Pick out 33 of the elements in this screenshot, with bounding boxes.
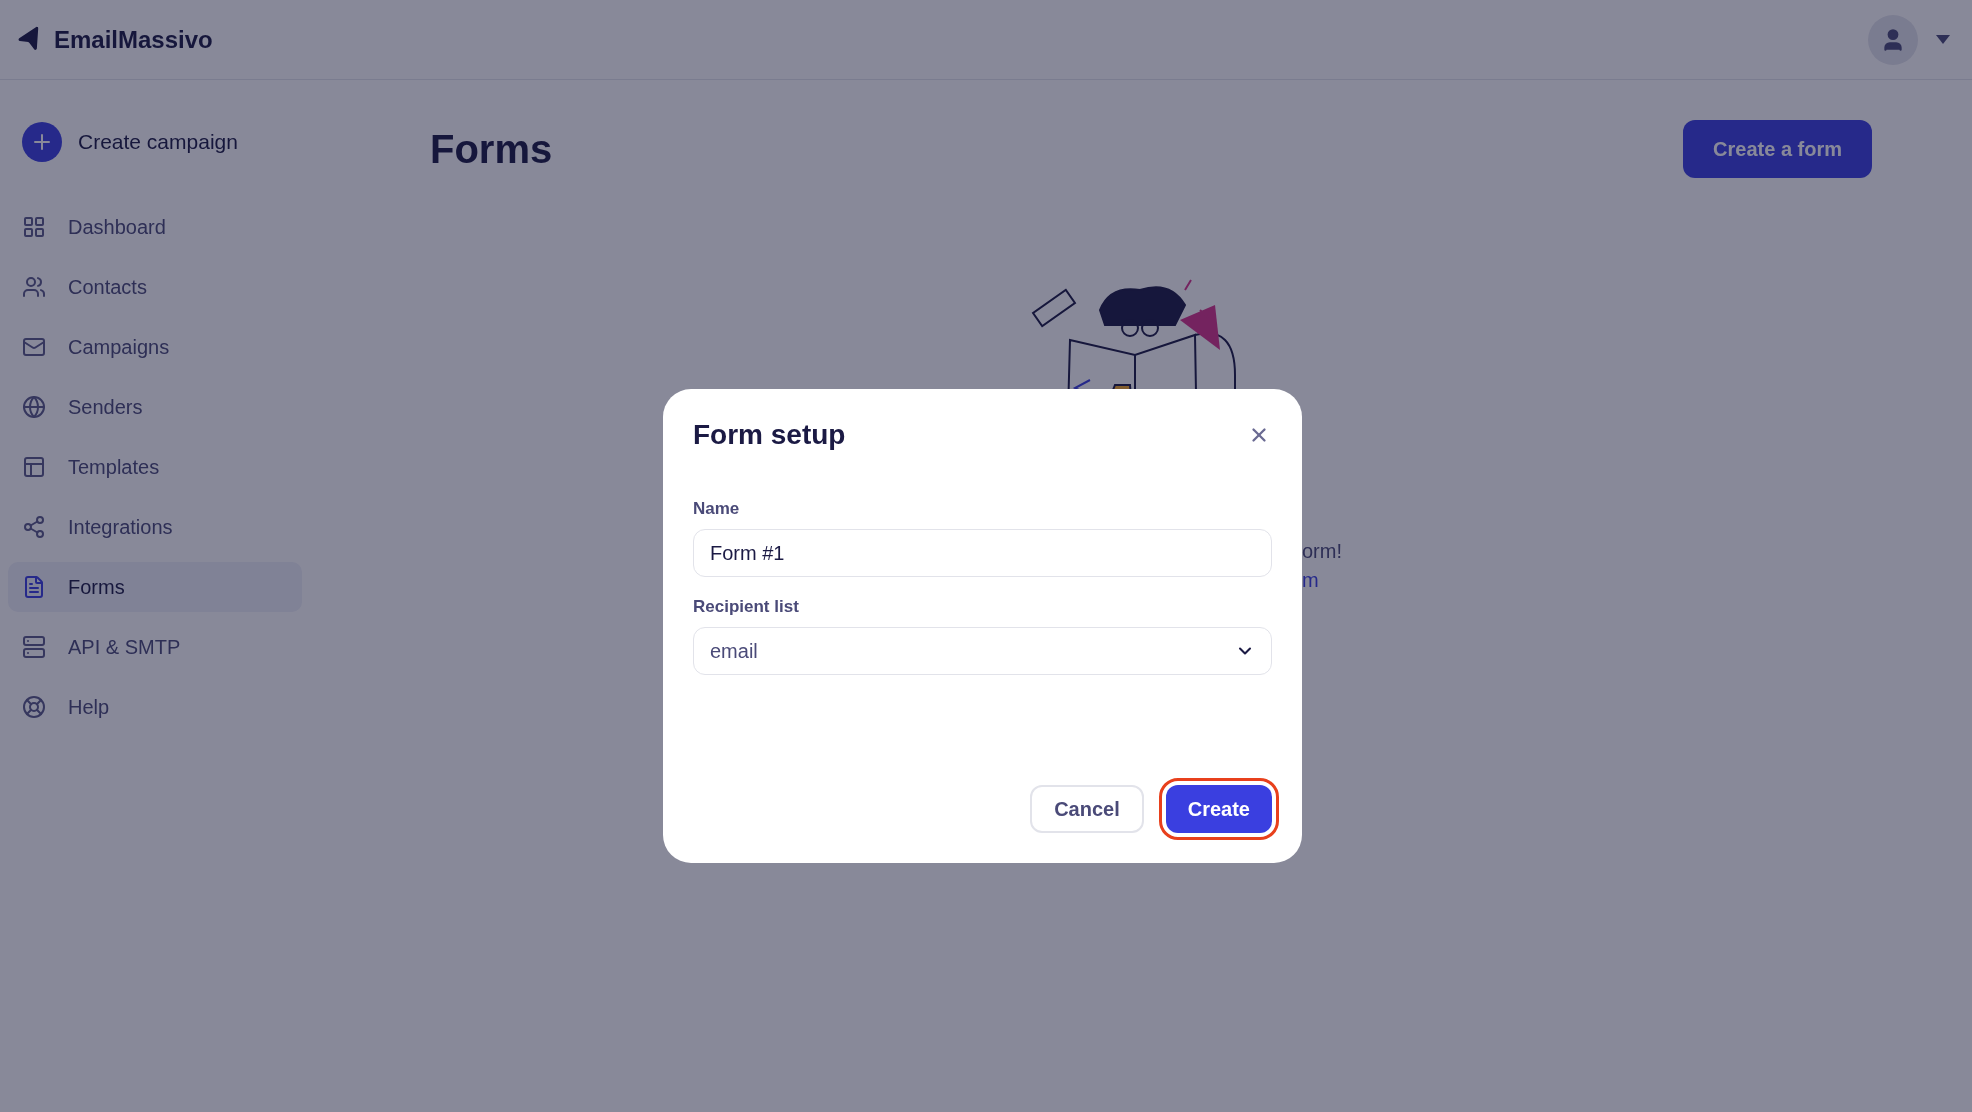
sidebar-item[interactable]: Senders — [8, 382, 302, 432]
secondary-button[interactable]: Cancel — [1030, 785, 1144, 833]
nav-icon — [22, 215, 46, 239]
nav-icon — [22, 275, 46, 299]
page-title: Forms — [430, 126, 553, 172]
sidebar-item[interactable]: Templates — [8, 442, 302, 492]
sidebar-item[interactable]: API & SMTP — [8, 622, 302, 672]
sidebar-item[interactable]: Dashboard — [8, 202, 302, 252]
sidebar-item[interactable]: Integrations — [8, 502, 302, 552]
plus-icon — [22, 122, 62, 162]
input-field[interactable]: Form #1 — [693, 529, 1272, 577]
sidebar-item[interactable]: Forms — [8, 562, 302, 612]
nav-icon — [22, 575, 46, 599]
nav-icon — [22, 515, 46, 539]
nav-icon — [22, 695, 46, 719]
nav-icon — [22, 335, 46, 359]
caret-icon[interactable] — [1936, 34, 1950, 45]
sidebar-item[interactable]: Contacts — [8, 262, 302, 312]
select-field[interactable]: email — [693, 627, 1272, 675]
sidebar-item[interactable]: Campaigns — [8, 322, 302, 372]
sidebar-item[interactable]: Help — [8, 682, 302, 732]
empty-state-text: orm! — [1302, 540, 1343, 563]
create-campaign-button[interactable]: Create campaign — [8, 122, 302, 162]
user-avatar[interactable] — [1868, 14, 1918, 65]
nav-icon — [22, 395, 46, 419]
app-name: EmailMassivo — [54, 25, 213, 54]
nav-icon — [22, 455, 46, 479]
nav-icon — [22, 635, 46, 659]
create-form-button[interactable]: Create a form — [1683, 120, 1872, 178]
field-label: Recipient list — [693, 597, 800, 617]
field-label: Name — [693, 499, 741, 519]
empty-state-link[interactable]: m — [1302, 569, 1872, 592]
dialog-title: Form setup — [693, 419, 846, 451]
